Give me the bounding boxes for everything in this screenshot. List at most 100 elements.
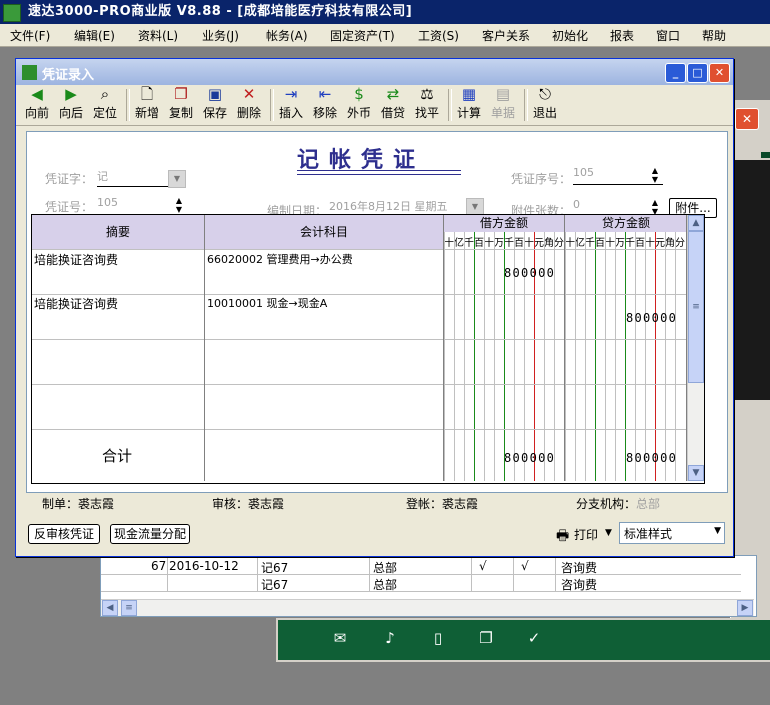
background-window: ✕ [730,100,770,620]
spinner-icon[interactable]: ▲ ▼ [173,196,185,216]
voucher-window: 凭证录入 _ □ ✕ ◀ 向前 ▶ 向后 ⌕ 定位 🗋 新增 ❐ 复制 ▣ 保存 [15,58,734,557]
menu-file[interactable]: 文件(F) [10,27,50,44]
balance-button[interactable]: ⚖ 找平 [412,86,442,124]
print-style-select[interactable]: 标准样式 ▼ [619,522,725,544]
divider [270,89,274,121]
calculate-button[interactable]: ▦ 计算 [454,86,484,124]
digit-column-line [615,232,616,481]
maximize-icon[interactable]: □ [687,63,708,83]
speaker-icon[interactable]: ♪ [380,629,400,647]
digit-header: 角 [544,238,554,249]
exit-icon: ⎋ [539,85,551,103]
horizontal-scrollbar[interactable]: ◀ ▶ ≡ [101,599,754,616]
digit-header: 万 [615,238,625,249]
menu-help[interactable]: 帮助 [702,27,726,44]
menu-window[interactable]: 窗口 [656,27,680,44]
table-row[interactable]: 记67 总部 咨询费 [101,575,741,592]
debit-credit-button[interactable]: ⇄ 借贷 [378,86,408,124]
row1-summary[interactable]: 培能换证咨询费 [34,251,118,268]
copy-icon[interactable]: ❐ [476,629,496,647]
voucher-word-label: 凭证字： [45,172,94,186]
column-line [443,215,444,481]
chevron-down-icon[interactable]: ▼ [605,528,612,538]
menu-bar: 文件(F) 编辑(E) 资料(L) 业务(J) 帐务(A) 固定资产(T) 工资… [0,24,770,47]
scroll-right-icon[interactable]: ▶ [737,600,753,616]
mail-icon[interactable]: ✉ [330,629,350,647]
insert-row-button[interactable]: ⇥ 插入 [276,86,306,124]
scroll-up-icon[interactable]: ▲ [688,215,704,231]
voucher-form: 记帐凭证 凭证字： 记 ▼ 凭证序号： 105 ▲ ▼ 凭证号： 105 ▲ ▼ 编… [26,131,728,493]
vertical-scrollbar[interactable]: ▲ ≡ ▼ [687,215,704,481]
menu-business[interactable]: 业务(J) [202,27,239,44]
chevron-down-icon[interactable]: ▼ [714,526,721,536]
menu-crm[interactable]: 客户关系 [482,27,530,44]
menu-fixed-assets[interactable]: 固定资产(T) [330,27,395,44]
spinner-icon[interactable]: ▲ ▼ [649,166,661,186]
back-button[interactable]: ◀ 向前 [22,86,52,124]
row-org: 总部 [373,578,398,592]
total-label: 合计 [102,447,133,465]
new-doc-icon: 🗋 [140,85,154,103]
row-line [32,384,687,385]
digit-column-line [464,232,465,481]
minimize-icon[interactable]: _ [665,63,686,83]
remove-row-button[interactable]: ⇤ 移除 [310,86,340,124]
attach-count-value: 0 [573,198,580,211]
row-line [32,339,687,340]
digit-header: 万 [494,238,504,249]
chevron-down-icon[interactable]: ▼ [168,170,186,188]
row1-debit[interactable]: 800000 [504,266,555,280]
toolbar: ◀ 向前 ▶ 向后 ⌕ 定位 🗋 新增 ❐ 复制 ▣ 保存 ✕ 删除 ⇥ 插入 … [16,85,733,126]
locate-button[interactable]: ⌕ 定位 [90,86,120,124]
scroll-thumb[interactable]: ≡ [121,600,137,616]
table-row[interactable]: 67 2016-10-12 记67 总部 √ √ 咨询费 [101,558,741,575]
background-panel [761,152,770,158]
row2-account[interactable]: 10010001 现金→现金A [207,295,327,311]
scroll-left-icon[interactable]: ◀ [102,600,118,616]
menu-edit[interactable]: 编辑(E) [74,27,115,44]
maker-label: 制单： [42,497,79,511]
menu-accounts[interactable]: 帐务(A) [266,27,308,44]
copy-button[interactable]: ❐ 复制 [166,86,196,124]
save-button[interactable]: ▣ 保存 [200,86,230,124]
row2-credit[interactable]: 800000 [626,311,677,325]
exit-button[interactable]: ⎋ 退出 [530,86,560,124]
close-icon[interactable]: ✕ [709,63,730,83]
row1-account[interactable]: 66020002 管理费用→办公费 [207,251,353,267]
locate-icon: ⌕ [100,85,110,103]
digit-header: 百 [474,238,484,249]
currency-button[interactable]: $ 外币 [344,86,374,124]
digit-header: 十 [565,238,575,249]
cashflow-allocation-button[interactable]: 现金流量分配 [110,524,190,544]
remove-icon: ⇤ [318,85,332,103]
scroll-down-icon[interactable]: ▼ [688,465,704,481]
print-button[interactable]: 打印 [574,526,598,543]
check-icon[interactable]: ✓ [524,629,544,647]
row-date: 2016-10-12 [169,559,239,573]
col-summary-header: 摘要 [32,215,205,249]
col-debit-header: 借方金额 [444,215,565,232]
book-icon[interactable]: ▯ [428,629,448,647]
digit-header: 分 [675,238,685,249]
scroll-thumb[interactable]: ≡ [688,231,704,383]
reverse-audit-button[interactable]: 反审核凭证 [28,524,100,544]
new-button[interactable]: 🗋 新增 [132,86,162,124]
delete-button[interactable]: ✕ 删除 [234,86,264,124]
menu-init[interactable]: 初始化 [552,27,588,44]
menu-reports[interactable]: 报表 [610,27,634,44]
row2-summary[interactable]: 培能换证咨询费 [34,295,118,312]
menu-data[interactable]: 资料(L) [138,27,178,44]
currency-icon: $ [354,85,364,103]
digit-header: 千 [625,238,635,249]
document-icon: ▤ [495,85,511,103]
close-icon[interactable]: ✕ [735,108,759,130]
menu-payroll[interactable]: 工资(S) [418,27,459,44]
column-line [564,215,565,481]
row-number: 67 [151,559,167,573]
voucher-entry-grid: 摘要 会计科目 借方金额 贷方金额 十亿千百十万千百十元角分十亿千百十万千百十元… [31,214,705,484]
forward-button[interactable]: ▶ 向后 [56,86,86,124]
divider [448,89,452,121]
calculator-icon: ▦ [461,85,477,103]
document-button[interactable]: ▤ 单据 [488,86,518,124]
maker-name: 裘志霞 [78,497,115,511]
